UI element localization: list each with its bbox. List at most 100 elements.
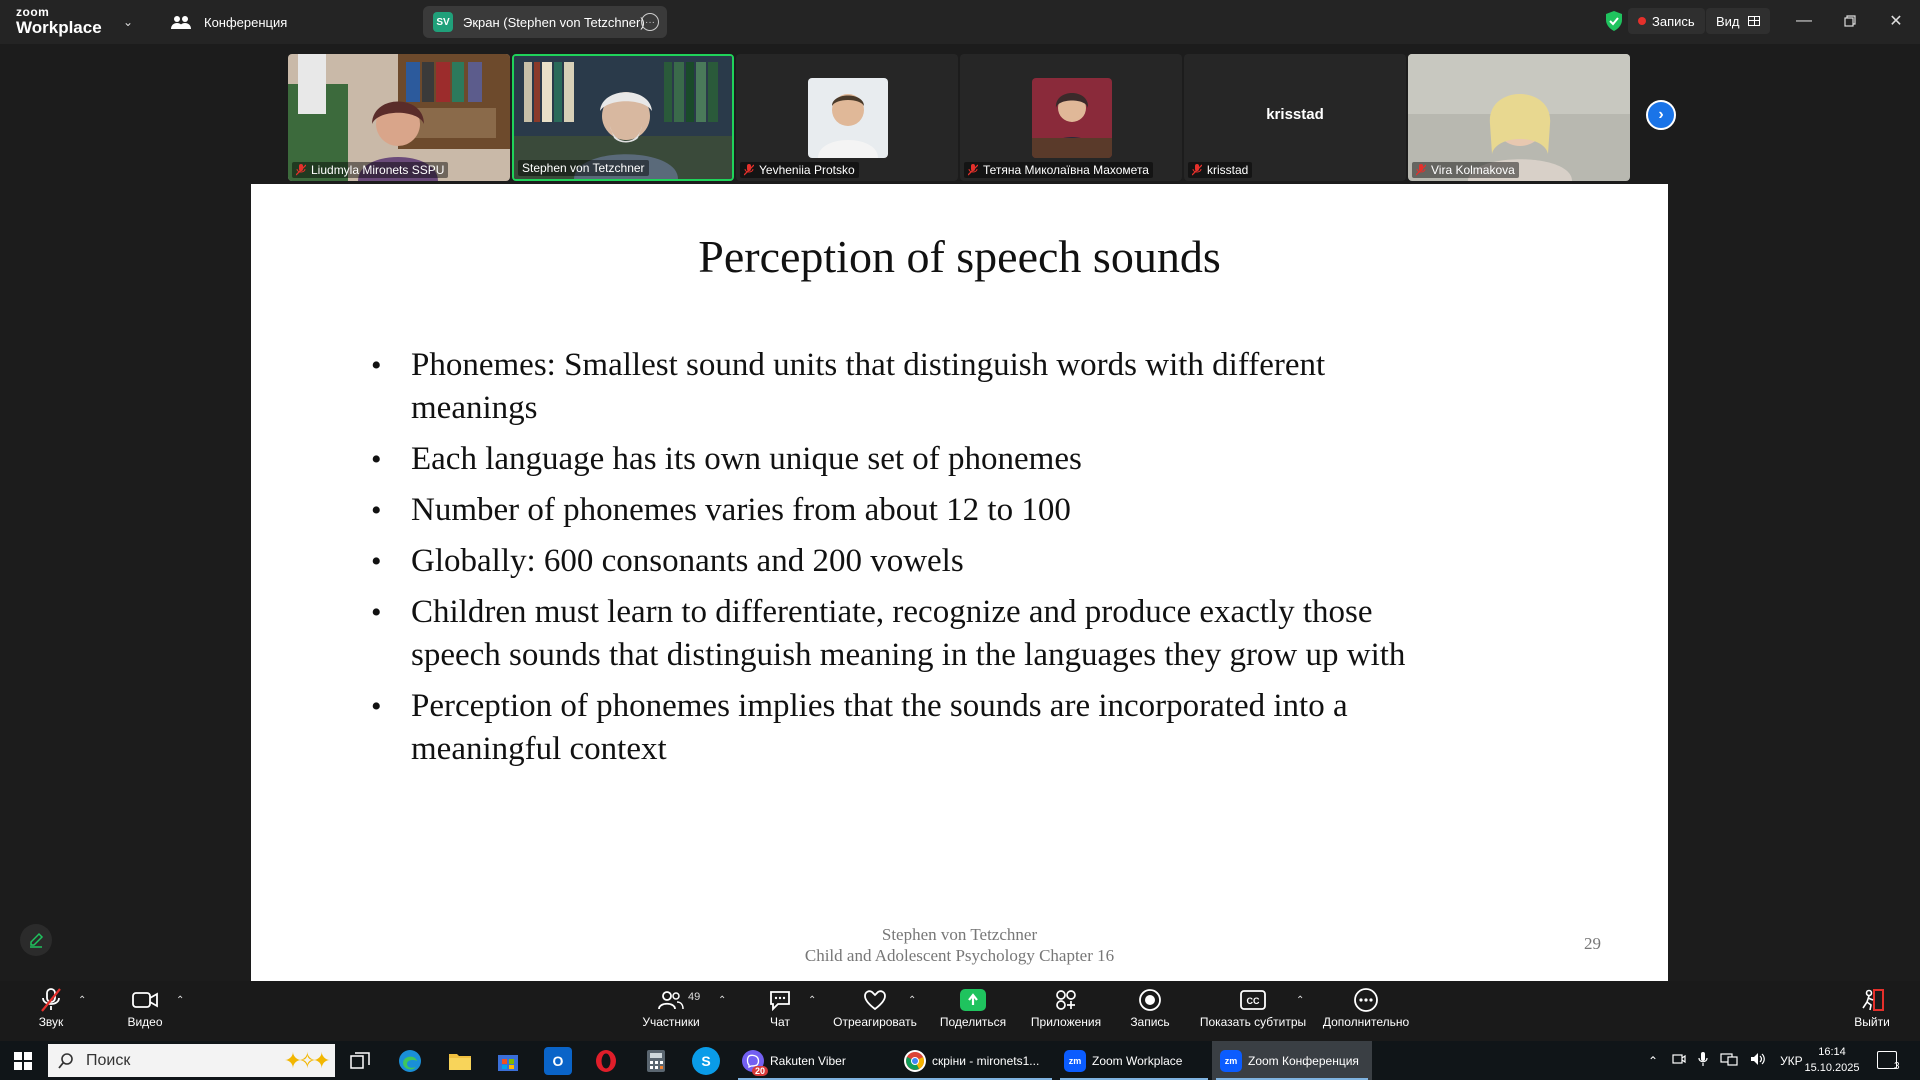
minimize-icon[interactable]: —	[1790, 8, 1818, 34]
participants-count: 49	[688, 991, 701, 1003]
react-label: Отреагировать	[833, 1015, 917, 1029]
react-button[interactable]: Отреагировать	[833, 987, 917, 1037]
opera-icon[interactable]	[592, 1047, 620, 1075]
captions-button[interactable]: CC Показать субтитры	[1198, 987, 1308, 1037]
chat-options-caret-icon[interactable]: ⌃	[808, 995, 816, 1006]
slide-page-number: 29	[1584, 934, 1601, 953]
participant-tile[interactable]: Yevheniia Protsko	[736, 54, 958, 181]
close-icon[interactable]: ✕	[1882, 8, 1910, 34]
view-button[interactable]: Вид	[1706, 8, 1770, 34]
taskbar-app-chrome[interactable]: скріни - mironets1...	[896, 1041, 1056, 1080]
video-button[interactable]: Видео	[124, 987, 166, 1037]
participant-tile-active-speaker[interactable]: Stephen von Tetzchner	[512, 54, 734, 181]
chat-icon	[768, 987, 792, 1013]
edge-browser-icon[interactable]	[396, 1047, 424, 1075]
svg-text:CC: CC	[1247, 996, 1260, 1006]
microsoft-store-icon[interactable]	[494, 1047, 522, 1075]
skype-icon[interactable]: S	[692, 1047, 720, 1075]
taskbar-app-label: Zoom Конференция	[1248, 1053, 1359, 1068]
taskbar-search-box[interactable]: Поиск ✦✧✦	[48, 1044, 335, 1077]
audio-button[interactable]: Звук	[34, 987, 68, 1037]
zoom-workplace-logo[interactable]: zoom Workplace	[16, 6, 136, 40]
chat-label: Чат	[770, 1015, 790, 1029]
sv-avatar-badge: SV	[433, 12, 453, 32]
clock-date: 15.10.2025	[1804, 1062, 1860, 1074]
participant-name: krisstad	[1188, 162, 1253, 178]
participants-options-caret-icon[interactable]: ⌃	[718, 995, 726, 1006]
record-button[interactable]: Запись	[1130, 987, 1170, 1037]
clock-time: 16:14	[1818, 1046, 1846, 1058]
chevron-down-icon[interactable]: ⌄	[120, 14, 136, 30]
microphone-icon[interactable]	[1698, 1051, 1708, 1070]
chevron-right-icon[interactable]: ›	[1646, 100, 1676, 130]
chat-button[interactable]: Чат	[766, 987, 794, 1037]
mic-muted-icon	[744, 164, 754, 176]
participant-tile[interactable]: Vira Kolmakova	[1408, 54, 1630, 181]
bullet-item: Globally: 600 consonants and 200 vowels	[371, 540, 1431, 583]
annotate-pencil-icon[interactable]	[20, 924, 52, 956]
participant-name: Liudmyla Mironets SSPU	[292, 162, 449, 178]
brand-big-text: Workplace	[16, 18, 102, 37]
mic-muted-icon	[1416, 164, 1426, 176]
participant-name: Yevheniia Protsko	[740, 162, 859, 178]
slide-title: Perception of speech sounds	[698, 231, 1221, 282]
taskbar-clock[interactable]: 16:14 15.10.2025	[1800, 1044, 1864, 1076]
taskbar-app-label: Rakuten Viber	[770, 1053, 846, 1068]
mic-muted-icon	[1192, 164, 1202, 176]
restore-icon[interactable]	[1836, 8, 1864, 34]
captions-options-caret-icon[interactable]: ⌃	[1296, 995, 1304, 1006]
video-options-caret-icon[interactable]: ⌃	[176, 995, 184, 1006]
zoom-icon: zm	[1064, 1049, 1086, 1072]
participant-tile[interactable]: krisstad krisstad	[1184, 54, 1406, 181]
outlook-icon[interactable]: O	[544, 1047, 572, 1075]
shield-check-icon[interactable]	[1604, 10, 1624, 32]
bullet-item: Phonemes: Smallest sound units that dist…	[371, 344, 1431, 430]
record-dot-icon	[1638, 17, 1646, 25]
participants-label: Участники	[642, 1015, 700, 1029]
leave-button[interactable]: Выйти	[1854, 987, 1890, 1037]
windows-taskbar: Поиск ✦✧✦ O S 20 Rakuten Viber скріни - …	[0, 1041, 1920, 1080]
calculator-icon[interactable]	[642, 1047, 670, 1075]
chevron-up-icon[interactable]: ⌃	[1648, 1054, 1658, 1068]
taskbar-app-zoom-workplace[interactable]: zm Zoom Workplace	[1056, 1041, 1212, 1080]
file-explorer-icon[interactable]	[446, 1047, 474, 1075]
video-label: Видео	[127, 1015, 163, 1029]
leave-icon	[1859, 987, 1885, 1013]
more-dots-icon	[1353, 987, 1379, 1013]
audio-label: Звук	[38, 1015, 64, 1029]
more-button[interactable]: Дополнительно	[1322, 987, 1410, 1037]
taskbar-app-viber[interactable]: 20 Rakuten Viber	[734, 1041, 916, 1080]
sparkle-icon: ✦✧✦	[283, 1048, 331, 1073]
more-options-icon[interactable]: ···	[641, 13, 659, 31]
view-label: Вид	[1716, 13, 1740, 29]
recording-indicator[interactable]: Запись	[1628, 8, 1705, 34]
slide-footer: Stephen von Tetzchner Child and Adolesce…	[251, 924, 1668, 966]
apps-button[interactable]: Приложения	[1030, 987, 1102, 1037]
mic-muted-icon	[968, 164, 978, 176]
meet-now-icon[interactable]	[1672, 1052, 1686, 1069]
taskbar-app-zoom-meeting[interactable]: zm Zoom Конференция	[1212, 1041, 1372, 1080]
participant-tile[interactable]: Liudmyla Mironets SSPU	[288, 54, 510, 181]
zoom-icon: zm	[1220, 1049, 1242, 1072]
share-screen-icon	[960, 987, 986, 1013]
participant-tile[interactable]: Тетяна Миколаївна Махомета	[960, 54, 1182, 181]
share-button[interactable]: Поделиться	[940, 987, 1006, 1037]
task-view-icon[interactable]	[346, 1047, 374, 1075]
title-bar: zoom Workplace ⌄ Конференция SV Экран (S…	[0, 0, 1920, 44]
grid-view-icon	[1747, 16, 1760, 26]
network-icon[interactable]	[1720, 1052, 1738, 1069]
tab-meeting[interactable]: Конференция	[160, 6, 400, 38]
viber-icon: 20	[742, 1049, 768, 1076]
bullet-item: Children must learn to differentiate, re…	[371, 591, 1431, 677]
system-tray: ⌃ УКР	[1648, 1041, 1803, 1080]
people-icon	[170, 14, 192, 30]
audio-options-caret-icon[interactable]: ⌃	[78, 995, 86, 1006]
chrome-icon	[904, 1049, 926, 1072]
volume-icon[interactable]	[1750, 1052, 1766, 1069]
bullet-item: Each language has its own unique set of …	[371, 438, 1431, 481]
record-icon	[1138, 987, 1162, 1013]
windows-start-icon[interactable]	[14, 1052, 32, 1070]
notification-count: 3	[1894, 1061, 1900, 1072]
tab-screen-share[interactable]: SV Экран (Stephen von Tetzchner) ···	[423, 6, 667, 38]
react-options-caret-icon[interactable]: ⌃	[908, 995, 916, 1006]
